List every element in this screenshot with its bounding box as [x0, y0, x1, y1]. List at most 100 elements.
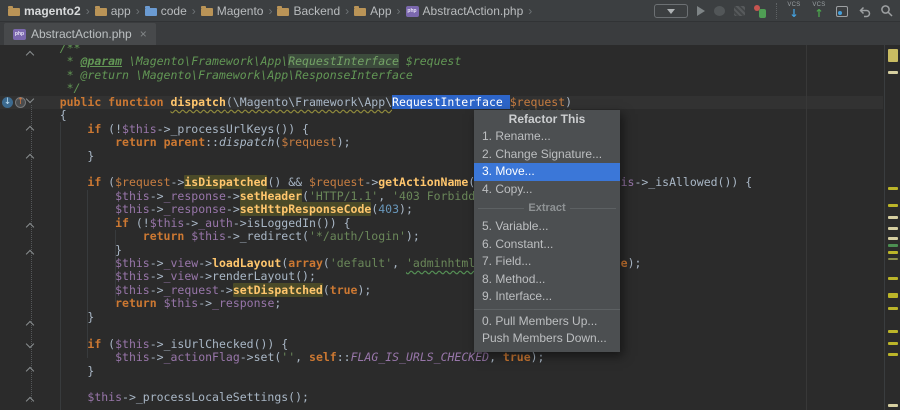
right-margin-guide	[806, 45, 807, 410]
warning-stripe-mark	[888, 204, 898, 207]
run-configuration-combo[interactable]	[654, 4, 688, 18]
warning-stripe-mark	[888, 258, 898, 260]
run-icon[interactable]	[697, 6, 705, 16]
chevron-right-icon: ›	[192, 0, 196, 22]
code-line: $this->_view->loadLayout(array('default'…	[32, 257, 752, 270]
breadcrumb-label: app	[111, 4, 131, 18]
code-line: if ($request->isDispatched() && $request…	[32, 176, 752, 189]
overriding-method-icon[interactable]: ↑	[15, 97, 26, 108]
menu-item-2-change-signature[interactable]: 2. Change Signature...	[474, 146, 620, 164]
warning-stripe-mark	[888, 353, 898, 356]
warning-stripe-mark	[888, 277, 898, 280]
php-file-icon	[13, 29, 26, 40]
undo-icon[interactable]	[857, 5, 871, 18]
chevron-right-icon: ›	[528, 0, 532, 22]
toolbar-separator	[776, 3, 777, 19]
breadcrumb-item-abstractaction-php[interactable]: AbstractAction.php	[406, 4, 524, 18]
breadcrumb-label: AbstractAction.php	[423, 4, 524, 18]
code-line: if ($this->_isUrlChecked()) {	[32, 338, 752, 351]
navigation-bar: magento2 › app › code › Magento › Backend › App › Ab…	[0, 0, 900, 22]
warning-stripe-mark	[888, 404, 898, 407]
attach-debugger-icon[interactable]	[754, 5, 767, 18]
breadcrumb-item-backend[interactable]: Backend	[277, 4, 340, 18]
menu-group-extract: Extract	[474, 198, 620, 218]
warning-stripe-mark	[888, 251, 898, 254]
folder-icon	[95, 8, 107, 16]
breadcrumb-item-magento2[interactable]: magento2	[8, 4, 81, 18]
code-line: * @return \Magento\Framework\App\Respons…	[32, 69, 752, 82]
code-line: if (!$this->_processUrlKeys()) {	[32, 123, 752, 136]
vcs-commit-button[interactable]: VCS ↑	[811, 2, 827, 20]
code-editor[interactable]: ↓↑ /** * @param \Magento\Framework\App\R…	[0, 45, 900, 410]
popup-title: Refactor This	[474, 110, 620, 128]
chevron-right-icon: ›	[136, 0, 140, 22]
warning-stripe-mark	[888, 342, 898, 345]
close-icon[interactable]: ×	[140, 28, 147, 40]
arrow-down-icon: ↓	[789, 8, 798, 19]
menu-item-1-rename[interactable]: 1. Rename...	[474, 128, 620, 146]
changes-dialog-icon[interactable]	[836, 6, 848, 17]
chevron-down-icon	[667, 9, 675, 14]
code-line: $this->_actionFlag->set('', self::FLAG_I…	[32, 351, 752, 364]
tab-label: AbstractAction.php	[31, 27, 132, 41]
code-line: if (!$this->_auth->isLoggedIn()) {	[32, 217, 752, 230]
warning-stripe-mark	[888, 307, 898, 310]
ide-window: magento2›app›code›Magento›Backend›App›Ab…	[0, 0, 900, 410]
coverage-icon[interactable]	[734, 6, 745, 16]
code-line: */	[32, 82, 752, 95]
implemented-method-icon[interactable]: ↓	[2, 97, 13, 108]
vcs-update-button[interactable]: VCS ↓	[786, 2, 802, 20]
code-line	[32, 324, 752, 337]
code-line: $this->_request->setDispatched(true);	[32, 284, 752, 297]
breadcrumb-item-app[interactable]: App	[354, 4, 391, 18]
code-line: return $this->_response;	[32, 297, 752, 310]
code-line: return $this->_redirect('*/auth/login');	[32, 230, 752, 243]
folder-icon	[201, 8, 213, 16]
menu-item-0-pull-members-up[interactable]: 0. Pull Members Up...	[474, 313, 620, 331]
arrow-up-icon: ↑	[814, 8, 823, 19]
code-line: }	[32, 244, 752, 257]
menu-item-3-move[interactable]: 3. Move...	[474, 163, 620, 181]
code-line: $this->_view->renderLayout();	[32, 270, 752, 283]
code-line: }	[32, 150, 752, 163]
chevron-right-icon: ›	[397, 0, 401, 22]
folder-icon	[277, 8, 289, 16]
menu-item-7-field[interactable]: 7. Field...	[474, 253, 620, 271]
editor-tab-bar: AbstractAction.php ×	[0, 22, 900, 45]
search-icon[interactable]	[880, 4, 894, 18]
folder-icon	[354, 8, 366, 16]
chevron-right-icon: ›	[345, 0, 349, 22]
tab-abstractaction-php[interactable]: AbstractAction.php ×	[4, 23, 156, 45]
php-file-icon	[406, 6, 419, 17]
breadcrumb-item-magento[interactable]: Magento	[201, 4, 264, 18]
breadcrumb-label: magento2	[24, 4, 81, 18]
code-line: {	[32, 109, 752, 122]
warning-stripe-mark	[888, 71, 898, 74]
menu-item-8-method[interactable]: 8. Method...	[474, 271, 620, 289]
warning-stripe-mark	[888, 293, 898, 298]
breadcrumb-item-code[interactable]: code	[145, 4, 187, 18]
code-line: $this->_response->setHeader('HTTP/1.1', …	[32, 190, 752, 203]
error-stripe-scrollbar[interactable]	[884, 45, 900, 410]
warning-stripe-mark	[888, 237, 898, 240]
menu-item-6-constant[interactable]: 6. Constant...	[474, 236, 620, 254]
folder-icon	[8, 8, 20, 16]
warning-stripe-mark	[888, 187, 898, 190]
folder-blue-icon	[145, 8, 157, 16]
debug-icon[interactable]	[714, 6, 725, 16]
refactor-popup: Refactor This 1. Rename...2. Change Sign…	[474, 110, 620, 352]
code-line	[32, 163, 752, 176]
code-line	[32, 378, 752, 391]
breadcrumb-label: App	[370, 4, 391, 18]
menu-item-push-members-down[interactable]: Push Members Down...	[474, 330, 620, 348]
code-line: $this->_response->setHttpResponseCode(40…	[32, 203, 752, 216]
code-line: * @param \Magento\Framework\App\RequestI…	[32, 55, 752, 68]
menu-item-4-copy[interactable]: 4. Copy...	[474, 181, 620, 199]
menu-item-9-interface[interactable]: 9. Interface...	[474, 288, 620, 306]
warning-stripe-mark	[888, 227, 898, 230]
chevron-right-icon: ›	[86, 0, 90, 22]
code-line: return parent::dispatch($request);	[32, 136, 752, 149]
breadcrumb: magento2 › app › code › Magento › Backend › App › Ab…	[8, 0, 532, 22]
menu-item-5-variable[interactable]: 5. Variable...	[474, 218, 620, 236]
breadcrumb-item-app[interactable]: app	[95, 4, 131, 18]
